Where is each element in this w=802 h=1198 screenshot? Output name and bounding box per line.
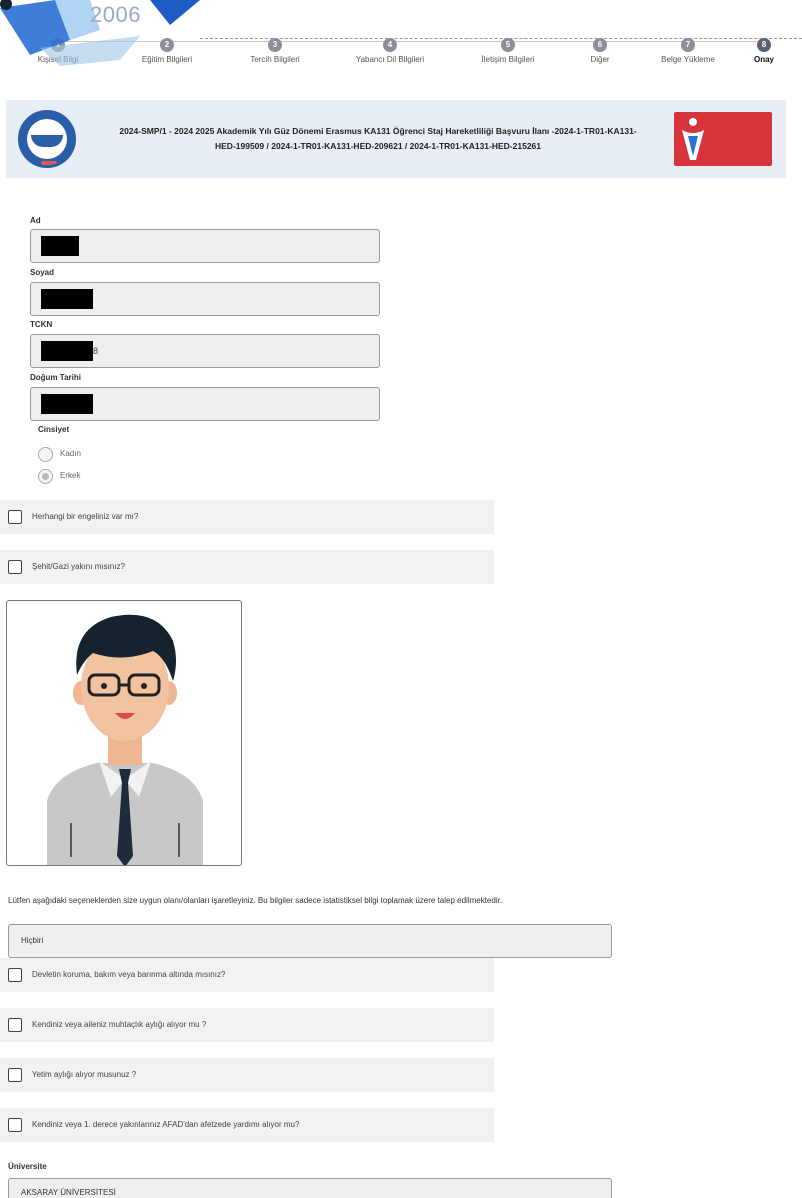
afad-checkbox-row[interactable]: Kendiniz veya 1. derece yakınlarınız AFA… [0, 1108, 494, 1142]
muhtaclik-checkbox-row[interactable]: Kendiniz veya aileniz muhtaçlık aylığı a… [0, 1008, 494, 1042]
step-5[interactable]: 5 İletişim Bilgileri [458, 34, 558, 64]
step-label: Tercih Bilgileri [250, 55, 300, 64]
logo-year: 2006 [90, 2, 141, 27]
announcement-banner: 2024-SMP/1 - 2024 2025 Akademik Yılı Güz… [6, 100, 786, 178]
step-number: 3 [268, 38, 282, 52]
avatar-illustration [47, 614, 203, 865]
birthdate-input[interactable] [30, 387, 380, 421]
checkbox-label: Şehit/Gazi yakını mısınız? [32, 562, 125, 571]
checkbox-label: Yetim aylığı alıyor musunuz ? [32, 1070, 137, 1079]
checkbox-label: Kendiniz veya aileniz muhtaçlık aylığı a… [32, 1020, 207, 1029]
university-value: AKSARAY ÜNİVERSİTESİ [21, 1188, 116, 1197]
checkbox-label: Kendiniz veya 1. derece yakınlarınız AFA… [32, 1120, 300, 1129]
site-logo: 2006 [0, 0, 210, 70]
university-label: Üniversite [8, 1162, 47, 1171]
radio-label: Erkek [60, 471, 81, 480]
step-label: İletişim Bilgileri [481, 55, 535, 64]
step-8[interactable]: 8 Onay [714, 34, 802, 64]
redacted-value [41, 289, 93, 309]
redacted-value [41, 236, 79, 256]
devlet-checkbox-row[interactable]: Devletin koruma, bakım veya barınma altı… [0, 958, 494, 992]
statistics-select[interactable]: Hiçbiri [8, 924, 612, 958]
sehit-checkbox[interactable] [8, 560, 22, 574]
soyad-input[interactable] [30, 282, 380, 316]
step-3[interactable]: 3 Tercih Bilgileri [225, 34, 325, 64]
tckn-input[interactable]: 8 [30, 334, 380, 368]
engel-checkbox[interactable] [8, 510, 22, 524]
redacted-value [41, 341, 93, 361]
radio-label: Kadın [60, 449, 81, 458]
radio-female[interactable] [38, 447, 53, 462]
university-logo [18, 110, 76, 168]
sehit-checkbox-row[interactable]: Şehit/Gazi yakını mısınız? [0, 550, 494, 584]
profile-photo [6, 600, 242, 866]
field-label-soyad: Soyad [30, 268, 55, 277]
checkbox-label: Devletin koruma, bakım veya barınma altı… [32, 970, 226, 979]
field-label-tckn: TCKN [30, 320, 53, 329]
agency-figure-icon [682, 118, 704, 160]
ad-input[interactable] [30, 229, 380, 263]
step-label: Yabancı Dil Bilgileri [355, 55, 425, 64]
step-6[interactable]: 6 Diğer [550, 34, 650, 64]
redacted-value [41, 394, 93, 414]
gender-label: Cinsiyet [38, 425, 70, 434]
select-value: Hiçbiri [21, 936, 44, 945]
step-number: 5 [501, 38, 515, 52]
national-agency-logo [674, 112, 772, 166]
tckn-suffix: 8 [93, 346, 99, 356]
banner-title-line1: 2024-SMP/1 - 2024 2025 Akademik Yılı Güz… [119, 126, 637, 136]
engel-checkbox-row[interactable]: Herhangi bir engeliniz var mı? [0, 500, 494, 534]
university-input[interactable]: AKSARAY ÜNİVERSİTESİ [8, 1178, 612, 1198]
muhtaclik-checkbox[interactable] [8, 1018, 22, 1032]
afad-checkbox[interactable] [8, 1118, 22, 1132]
step-label: Diğer [590, 55, 610, 64]
step-number: 8 [757, 38, 771, 52]
yetim-checkbox[interactable] [8, 1068, 22, 1082]
banner-title-line2: HED-199509 / 2024-1-TR01-KA131-HED-20962… [215, 141, 541, 151]
step-number: 4 [383, 38, 397, 52]
step-number: 6 [593, 38, 607, 52]
step-number: 7 [681, 38, 695, 52]
step-4[interactable]: 4 Yabancı Dil Bilgileri [340, 34, 440, 64]
field-label-ad: Ad [30, 216, 41, 225]
step-label: Onay [753, 55, 774, 64]
banner-title: 2024-SMP/1 - 2024 2025 Akademik Yılı Güz… [78, 124, 678, 154]
checkbox-label: Herhangi bir engeliniz var mı? [32, 512, 139, 521]
radio-male[interactable] [38, 469, 53, 484]
devlet-checkbox[interactable] [8, 968, 22, 982]
statistics-info-text: Lütfen aşağıdaki seçeneklerden size uygu… [8, 896, 503, 905]
field-label-dogum: Doğum Tarihi [30, 373, 81, 382]
yetim-checkbox-row[interactable]: Yetim aylığı alıyor musunuz ? [0, 1058, 494, 1092]
